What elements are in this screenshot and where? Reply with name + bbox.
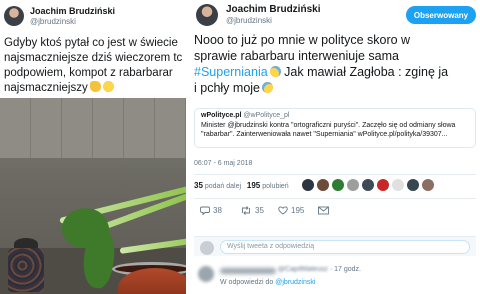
tears-of-joy-icon (262, 82, 273, 93)
avatar[interactable] (421, 179, 434, 191)
quoted-tweet[interactable]: wPolityce.pl @wPolityce_pl Minister @jbr… (194, 108, 476, 148)
tweet-text-line: #Superniania Jak mawiał Zagłoba : zginę … (194, 64, 480, 80)
reply-context: W odpowiedzi do @jbrudzinski (220, 279, 315, 286)
likers-avatars (302, 179, 435, 191)
right-tweet-header: Joachim Brudziński @jbrudzinski Obserwow… (196, 2, 476, 28)
quoted-text-line: Minister @jbrudzinski kontra "ortografic… (201, 122, 456, 129)
jar (8, 248, 44, 292)
reply-button[interactable]: 38 (200, 206, 222, 215)
avatar[interactable] (331, 179, 344, 191)
left-tweet-header: Joachim Brudziński @jbrudzinski (4, 4, 192, 30)
comment-time[interactable]: · 17 godz. (330, 266, 361, 273)
like-count: 195 (291, 206, 305, 215)
retweet-icon (242, 206, 250, 215)
envelope-icon (318, 206, 329, 215)
author-name[interactable]: Joachim Brudziński (226, 4, 320, 15)
redacted-name (220, 268, 276, 274)
right-tweet: Joachim Brudziński @jbrudzinski Obserwow… (186, 0, 480, 294)
avatar[interactable] (4, 6, 24, 26)
avatar[interactable] (376, 179, 389, 191)
tweet-timestamp[interactable]: 06:07 - 6 maj 2018 (194, 160, 252, 167)
reply-count: 38 (213, 206, 222, 215)
tweet-text-line: najsmaczniejsze dziś wieczorem tc (4, 52, 183, 64)
reply-comment[interactable]: @CapitMateusz · 17 godz. W odpowiedzi do… (194, 262, 476, 294)
comment-handle[interactable]: @CapitMateusz (278, 266, 328, 273)
thumbs-up-icon (89, 81, 101, 92)
likes-count[interactable]: 195 (247, 181, 260, 190)
avatar[interactable] (346, 179, 359, 191)
divider (194, 198, 476, 199)
tweet-text: Nooo to już po mnie w polityce skoro w s… (194, 32, 480, 96)
avatar[interactable] (198, 266, 214, 282)
retweet-button[interactable]: 35 (240, 206, 264, 215)
retweets-count[interactable]: 35 (194, 181, 203, 190)
quoted-text-line: "rabarbar". Zainterweniowała nawet "Supe… (201, 131, 448, 138)
tweet-text-line: Nooo to już po mnie w polityce skoro w (194, 33, 411, 47)
tweet-text: Gdyby ktoś pytał co jest w świecie najsm… (4, 36, 192, 96)
like-button[interactable]: 195 (278, 206, 304, 215)
avatar[interactable] (406, 179, 419, 191)
retweet-count: 35 (255, 206, 264, 215)
avatar[interactable] (196, 4, 218, 26)
avatar[interactable] (361, 179, 374, 191)
reply-composer: Wyślij tweeta z odpowiedzią (194, 236, 476, 256)
tweet-text-last: najsmaczniejszy (4, 82, 88, 94)
retweets-label[interactable]: podań dalej (205, 183, 241, 190)
heart-icon (278, 206, 288, 215)
likes-label[interactable]: polubień (262, 183, 288, 190)
author-name[interactable]: Joachim Brudziński (30, 6, 115, 16)
quoted-tweet-header: wPolityce.pl @wPolityce_pl (201, 112, 469, 119)
tweet-text-line: Gdyby ktoś pytał co jest w świecie (4, 37, 178, 49)
divider (194, 174, 476, 175)
hashtag-link[interactable]: #Superniania (194, 65, 268, 79)
avatar (200, 241, 214, 255)
author-handle[interactable]: @jbrudzinski (30, 17, 76, 26)
avatar[interactable] (316, 179, 329, 191)
reply-input[interactable]: Wyślij tweeta z odpowiedzią (220, 240, 470, 254)
tweet-text-line: i pchły moje (194, 80, 480, 96)
left-tweet: Joachim Brudziński @jbrudzinski Gdyby kt… (0, 0, 192, 294)
reply-icon (200, 206, 210, 215)
reply-to-link[interactable]: @jbrudzinski (275, 279, 315, 286)
tweet-stats: 35 podań dalej 195 polubień (194, 179, 476, 193)
avatar[interactable] (391, 179, 404, 191)
quoted-tweet-body: Minister @jbrudzinski kontra "ortografic… (201, 121, 469, 139)
tweet-text-segment: Jak mawiał Zagłoba : zginę ja (280, 65, 449, 79)
comment-meta: @CapitMateusz · 17 godz. (278, 266, 361, 273)
quoted-source-name: wPolityce.pl (201, 112, 242, 119)
tweet-text-segment: i pchły moje (194, 81, 260, 95)
crying-face-icon (269, 66, 281, 77)
smile-icon (102, 81, 114, 92)
tweet-text-line: najsmaczniejszy (4, 81, 192, 96)
reply-prefix: W odpowiedzi do (220, 279, 274, 286)
quoted-source-handle: @wPolityce_pl (243, 112, 290, 119)
author-handle[interactable]: @jbrudzinski (226, 16, 272, 25)
tweet-actions: 38 35 195 (194, 206, 394, 218)
direct-message-button[interactable] (318, 206, 329, 215)
tweet-text-line: podpowiem, kompot z rabarbarar (4, 67, 173, 79)
tweet-photo[interactable] (0, 98, 192, 294)
wall-tiles (0, 98, 192, 158)
following-button[interactable]: Obserwowany (406, 6, 476, 24)
avatar[interactable] (302, 179, 314, 191)
tweet-text-line: sprawie rabarbaru interweniuje sama (194, 49, 399, 63)
